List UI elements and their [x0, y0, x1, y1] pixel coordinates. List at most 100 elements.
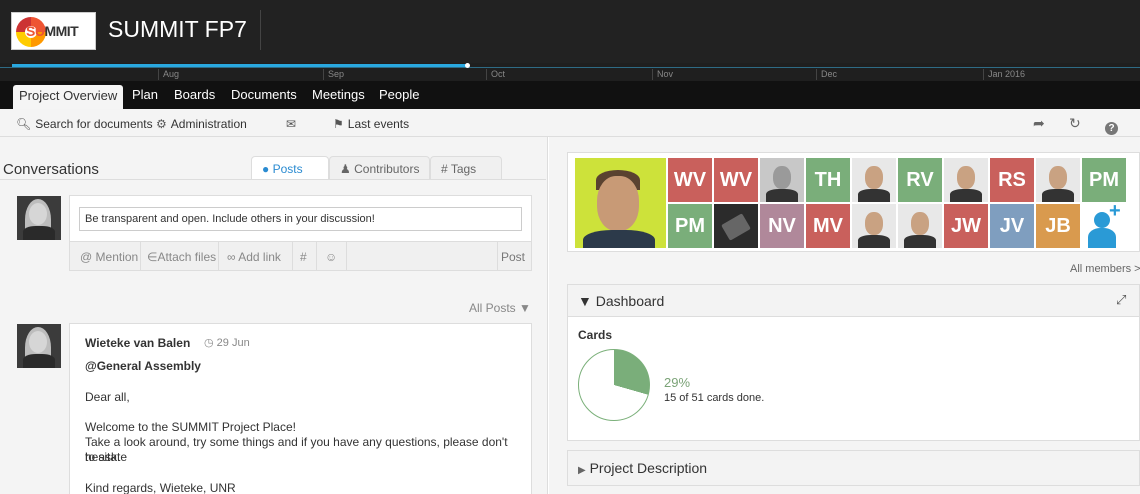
- member-photo[interactable]: [760, 158, 804, 202]
- all-posts-filter[interactable]: All Posts ▼: [469, 301, 531, 315]
- member-tile[interactable]: NV: [760, 204, 804, 248]
- hash-icon: #: [441, 162, 448, 176]
- post-button[interactable]: Post: [501, 250, 525, 264]
- dashboard-title: ▼ Dashboard: [578, 293, 664, 309]
- divider: [497, 242, 498, 271]
- project-description-title: ▶ Project Description: [578, 460, 707, 476]
- composer-actions: @ Mention ∈Attach files ∞ Add link # ☺︎ …: [70, 241, 531, 271]
- member-tile[interactable]: JB: [1036, 204, 1080, 248]
- divider: [292, 242, 293, 271]
- mention-button[interactable]: @ Mention: [80, 250, 138, 264]
- member-tile[interactable]: JW: [944, 204, 988, 248]
- post-composer: Be transparent and open. Include others …: [69, 195, 532, 271]
- post-input[interactable]: Be transparent and open. Include others …: [79, 207, 522, 231]
- dashboard-header[interactable]: ▼ Dashboard ⤢: [568, 285, 1139, 317]
- member-photo[interactable]: [852, 204, 896, 248]
- share-icon[interactable]: ➦︎: [1033, 115, 1045, 132]
- post-card: Wieteke van Balen ◷ 29 Jun @General Asse…: [69, 323, 532, 494]
- post-author[interactable]: Wieteke van Balen: [85, 336, 190, 350]
- hashtag-button[interactable]: #: [300, 250, 307, 264]
- conversations-panel: Conversations ● Posts ♟︎ Contributors # …: [0, 137, 548, 494]
- post-date: ◷ 29 Jun: [204, 336, 250, 349]
- chevron-down-icon: ▼: [519, 301, 531, 315]
- project-description-section[interactable]: ▶ Project Description: [567, 450, 1140, 486]
- administration-label: Administration: [170, 117, 247, 131]
- post-signoff: Kind regards, Wieteke, UNR: [85, 481, 236, 494]
- last-events-label: Last events: [347, 117, 410, 131]
- expand-icon[interactable]: ⤢: [1116, 292, 1126, 308]
- member-photo[interactable]: [1036, 158, 1080, 202]
- member-photo[interactable]: [852, 158, 896, 202]
- post-author-avatar[interactable]: [17, 324, 61, 368]
- current-user-avatar[interactable]: [17, 196, 61, 240]
- tab-tags-label: Tags: [450, 162, 477, 176]
- clock-icon: ◷: [204, 337, 214, 349]
- summit-logo[interactable]: SUMMIT: [11, 12, 96, 50]
- header-divider: [260, 10, 261, 50]
- search-icon: 🔍︎: [16, 117, 32, 131]
- emoji-icon[interactable]: ☺︎: [325, 250, 337, 264]
- add-member-icon[interactable]: +: [1082, 204, 1126, 248]
- add-link-button[interactable]: ∞ Add link: [227, 250, 281, 264]
- post-group[interactable]: @General Assembly: [85, 359, 525, 374]
- member-photo[interactable]: [944, 158, 988, 202]
- member-photo[interactable]: [714, 204, 758, 248]
- tab-people[interactable]: People: [379, 87, 419, 102]
- featured-member-avatar[interactable]: [575, 158, 666, 248]
- search-documents-button[interactable]: 🔍︎ Search for documents: [16, 117, 153, 131]
- administration-button[interactable]: ⚙︎ Administration: [156, 117, 247, 131]
- member-tile[interactable]: JV: [990, 204, 1034, 248]
- refresh-icon[interactable]: ↻︎: [1069, 115, 1081, 132]
- member-tile[interactable]: PM: [668, 204, 712, 248]
- tab-documents[interactable]: Documents: [231, 87, 297, 102]
- members-grid: WV WV TH RV RS PM PM NV MV JW JV JB +: [567, 152, 1140, 252]
- member-tile[interactable]: PM: [1082, 158, 1126, 202]
- project-panel: WV WV TH RV RS PM PM NV MV JW JV JB + Al…: [549, 137, 1140, 494]
- member-tile[interactable]: WV: [668, 158, 712, 202]
- cards-done-text: 15 of 51 cards done.: [664, 392, 765, 404]
- member-tile[interactable]: RS: [990, 158, 1034, 202]
- chat-button[interactable]: ✉︎: [286, 117, 300, 131]
- timeline-month: Oct: [486, 69, 505, 80]
- member-tile[interactable]: TH: [806, 158, 850, 202]
- member-tile[interactable]: WV: [714, 158, 758, 202]
- timeline-month: Jan 2016: [983, 69, 1025, 80]
- help-icon[interactable]: ?: [1105, 122, 1118, 135]
- add-link-label: Add link: [238, 250, 281, 264]
- tab-plan[interactable]: Plan: [132, 87, 158, 102]
- divider: [140, 242, 141, 271]
- tab-boards[interactable]: Boards: [174, 87, 215, 102]
- member-photo[interactable]: [898, 204, 942, 248]
- at-icon: @: [80, 250, 93, 264]
- post-greeting: Dear all,: [85, 390, 130, 404]
- header-bar: SUMMIT SUMMIT FP7: [0, 0, 1140, 63]
- tab-tags[interactable]: # Tags: [430, 156, 502, 180]
- all-members-link[interactable]: All members >: [1070, 263, 1140, 275]
- post-date-label: 29 Jun: [216, 337, 250, 349]
- timeline-month: Dec: [816, 69, 837, 80]
- tab-meetings[interactable]: Meetings: [312, 87, 365, 102]
- tab-posts[interactable]: ● Posts: [251, 156, 329, 180]
- toolbar: 🔍︎ Search for documents ⚙︎ Administration …: [0, 109, 1140, 137]
- post-line: to ask.: [85, 450, 121, 464]
- timeline-progress: [12, 64, 468, 67]
- member-tile[interactable]: MV: [806, 204, 850, 248]
- dashboard-title-label: Dashboard: [595, 293, 665, 309]
- tab-project-overview[interactable]: Project Overview: [13, 85, 124, 109]
- tab-contributors[interactable]: ♟︎ Contributors: [329, 156, 430, 180]
- timeline-bar[interactable]: Aug Sep Oct Nov Dec Jan 2016: [0, 63, 1140, 81]
- logo-text: SUMMIT: [26, 23, 79, 39]
- attach-files-button[interactable]: ∈Attach files: [147, 250, 216, 264]
- divider: [218, 242, 219, 271]
- mention-label: Mention: [95, 250, 139, 264]
- last-events-button[interactable]: ⚑︎ Last events: [333, 117, 409, 131]
- member-tile[interactable]: RV: [898, 158, 942, 202]
- main-nav: Project Overview Plan Boards Documents M…: [0, 81, 1140, 109]
- timeline-today-marker[interactable]: [465, 63, 470, 68]
- flag-icon: ⚑︎: [333, 117, 344, 131]
- chat-bubble-icon: ●: [262, 162, 270, 176]
- timeline-month: Aug: [158, 69, 179, 80]
- project-description-label: Project Description: [589, 460, 708, 476]
- divider: [346, 242, 347, 271]
- cards-percent: 29%: [664, 375, 691, 390]
